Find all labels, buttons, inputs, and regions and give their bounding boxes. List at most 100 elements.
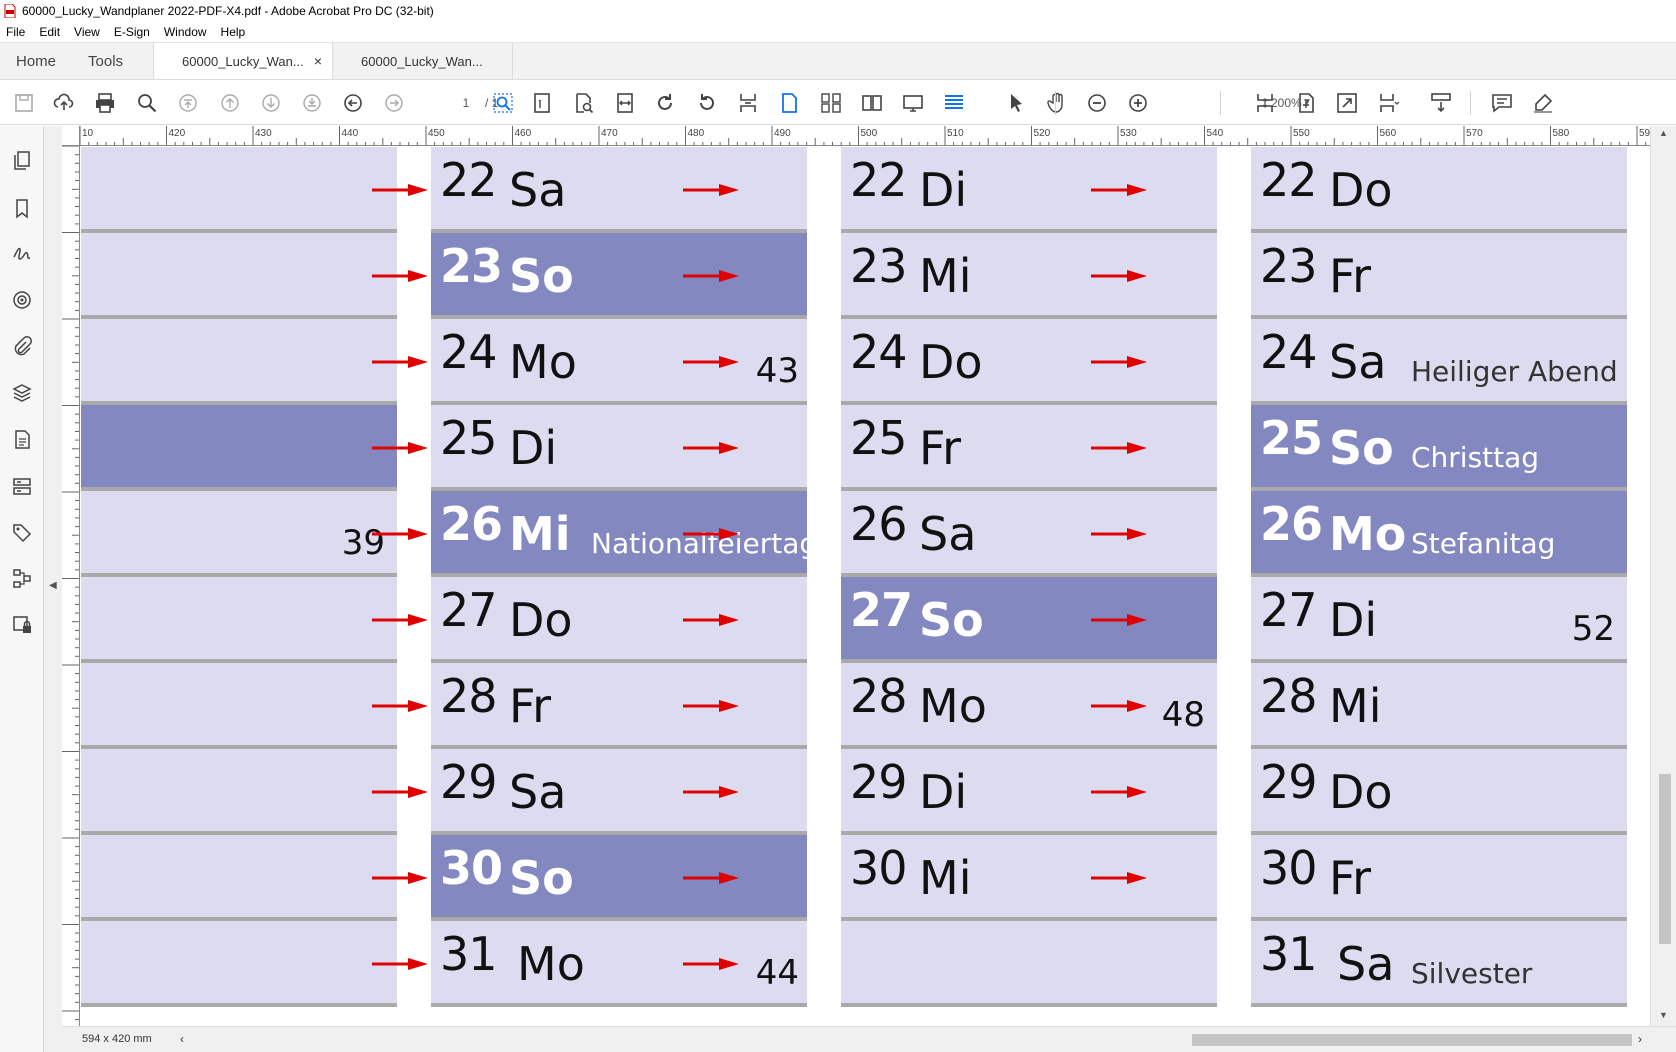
ruler-label: 520 [1034, 128, 1051, 139]
day-number: 23 [440, 239, 503, 293]
red-arrow-icon [372, 356, 428, 368]
day-name: Fr [509, 679, 552, 733]
comment-icon[interactable] [1488, 89, 1516, 117]
menu-window[interactable]: Window [164, 25, 207, 39]
day-name: Fr [1329, 249, 1372, 303]
menu-file[interactable]: File [6, 25, 25, 39]
calendar-day: 25 Fr [841, 401, 1217, 487]
pages-icon[interactable] [10, 148, 34, 172]
scroll-thumb[interactable] [1659, 774, 1671, 944]
fullscreen-icon[interactable] [1333, 89, 1361, 117]
last-page-icon[interactable] [298, 89, 326, 117]
tab-home[interactable]: Home [0, 43, 72, 79]
vertical-ruler [62, 146, 80, 1026]
horizontal-scroll-thumb[interactable] [1192, 1034, 1632, 1046]
save-icon[interactable] [10, 89, 38, 117]
window-title: 60000_Lucky_Wandplaner 2022-PDF-X4.pdf -… [22, 4, 434, 18]
ruler-label: 10 [82, 128, 94, 139]
document-canvas[interactable]: 039o022Sa23So24Mo4325Di26MiNationalfeier… [81, 147, 1650, 1026]
signature-icon[interactable] [10, 241, 34, 265]
print-icon[interactable] [91, 89, 119, 117]
fit-width-icon[interactable] [611, 89, 639, 117]
toolbar-separator [1055, 91, 1056, 115]
scroll-down-icon[interactable]: ▼ [1659, 1010, 1668, 1020]
highlight-icon[interactable] [1529, 89, 1557, 117]
day-number: 25 [1260, 411, 1323, 465]
page-total: / 1 [485, 96, 499, 110]
accessibility-icon[interactable] [10, 288, 34, 312]
collapse-panel-icon[interactable]: ◀ [49, 580, 57, 591]
zoom-out-icon[interactable] [1083, 89, 1111, 117]
organize-icon[interactable] [1375, 89, 1403, 117]
day-name: Mo [517, 937, 585, 991]
menu-view[interactable]: View [74, 25, 100, 39]
page-number-input[interactable]: 1 [449, 92, 483, 114]
measure-icon[interactable] [1427, 89, 1455, 117]
scroll-up-icon[interactable]: ▲ [1659, 128, 1668, 138]
tab-document-label: 60000_Lucky_Wan... [182, 53, 304, 69]
layers-icon[interactable] [10, 381, 34, 405]
content-icon[interactable] [10, 427, 34, 451]
tab-tools[interactable]: Tools [72, 43, 153, 79]
calendar-day: 27 Di 52 [1251, 573, 1627, 659]
upload-icon[interactable] [50, 89, 78, 117]
red-arrow-icon [1091, 614, 1147, 626]
grid-view-icon[interactable] [817, 89, 845, 117]
vertical-scrollbar[interactable]: ▲ ▼ [1650, 126, 1676, 1026]
scroll-right-icon[interactable]: › [1638, 1032, 1642, 1046]
red-arrow-icon [683, 700, 739, 712]
menu-bar: File Edit View E-Sign Window Help [0, 22, 1676, 43]
calendar-day: 23 Mi [841, 229, 1217, 315]
scroll-icon[interactable] [940, 89, 968, 117]
back-icon[interactable] [339, 89, 367, 117]
zoom-in-icon[interactable] [1124, 89, 1152, 117]
day-number: 29 [440, 755, 498, 809]
rotate-cw-icon[interactable] [651, 89, 679, 117]
next-page-icon[interactable] [257, 89, 285, 117]
day-number: 22 [850, 153, 908, 207]
day-name: Sa [1329, 335, 1387, 389]
security-icon[interactable] [10, 612, 34, 636]
select-icon[interactable] [1002, 89, 1030, 117]
rotate-ccw-icon[interactable] [693, 89, 721, 117]
ruler-label: 540 [1207, 128, 1224, 139]
red-arrow-icon [372, 270, 428, 282]
red-arrow-icon [683, 958, 739, 970]
tab-bar: Home Tools 60000_Lucky_Wan... × 60000_Lu… [0, 43, 1676, 80]
day-name: So [509, 851, 574, 905]
forward-icon[interactable] [380, 89, 408, 117]
order-icon[interactable] [10, 566, 34, 590]
horizontal-ruler: 10 420 430 440 450 460 470 480 490 500 510 520 530 54… [80, 126, 1650, 146]
day-number: 30 [1260, 841, 1318, 895]
two-page-icon[interactable] [858, 89, 886, 117]
red-arrow-icon [372, 786, 428, 798]
present-icon[interactable] [899, 89, 927, 117]
panel-gutter: ◀ [44, 126, 62, 1052]
red-arrow-icon [372, 958, 428, 970]
page-thumb-icon[interactable] [528, 89, 556, 117]
crop-icon[interactable] [734, 89, 762, 117]
menu-edit[interactable]: Edit [39, 25, 60, 39]
menu-help[interactable]: Help [221, 25, 246, 39]
search-doc-icon[interactable] [570, 89, 598, 117]
tags-icon[interactable] [10, 520, 34, 544]
day-number: 23 [1260, 239, 1318, 293]
menu-esign[interactable]: E-Sign [114, 25, 150, 39]
bookmark-icon[interactable] [10, 196, 34, 220]
hand-icon[interactable] [1043, 89, 1071, 117]
scroll-left-icon[interactable]: ‹ [180, 1032, 184, 1046]
first-page-icon[interactable] [174, 89, 202, 117]
zoom-icon[interactable] [133, 89, 161, 117]
single-page-icon[interactable] [775, 89, 803, 117]
calendar-column: 22 Sa 23 So 24 Mo 43 25 Di 26 Mi Nationalfeiertag 27… [431, 147, 817, 1026]
day-name: Do [1329, 163, 1393, 217]
prev-page-icon[interactable] [216, 89, 244, 117]
tab-document[interactable]: 60000_Lucky_Wan... [333, 43, 514, 79]
tab-close-icon[interactable]: × [314, 53, 322, 69]
zoom-dropdown-icon[interactable]: ▼ [1302, 92, 1312, 114]
fields-icon[interactable] [10, 474, 34, 498]
title-bar: 60000_Lucky_Wandplaner 2022-PDF-X4.pdf -… [0, 0, 1676, 22]
red-arrow-icon [683, 528, 739, 540]
tab-document-active[interactable]: 60000_Lucky_Wan... × [153, 43, 334, 79]
attachment-icon[interactable] [10, 334, 34, 358]
